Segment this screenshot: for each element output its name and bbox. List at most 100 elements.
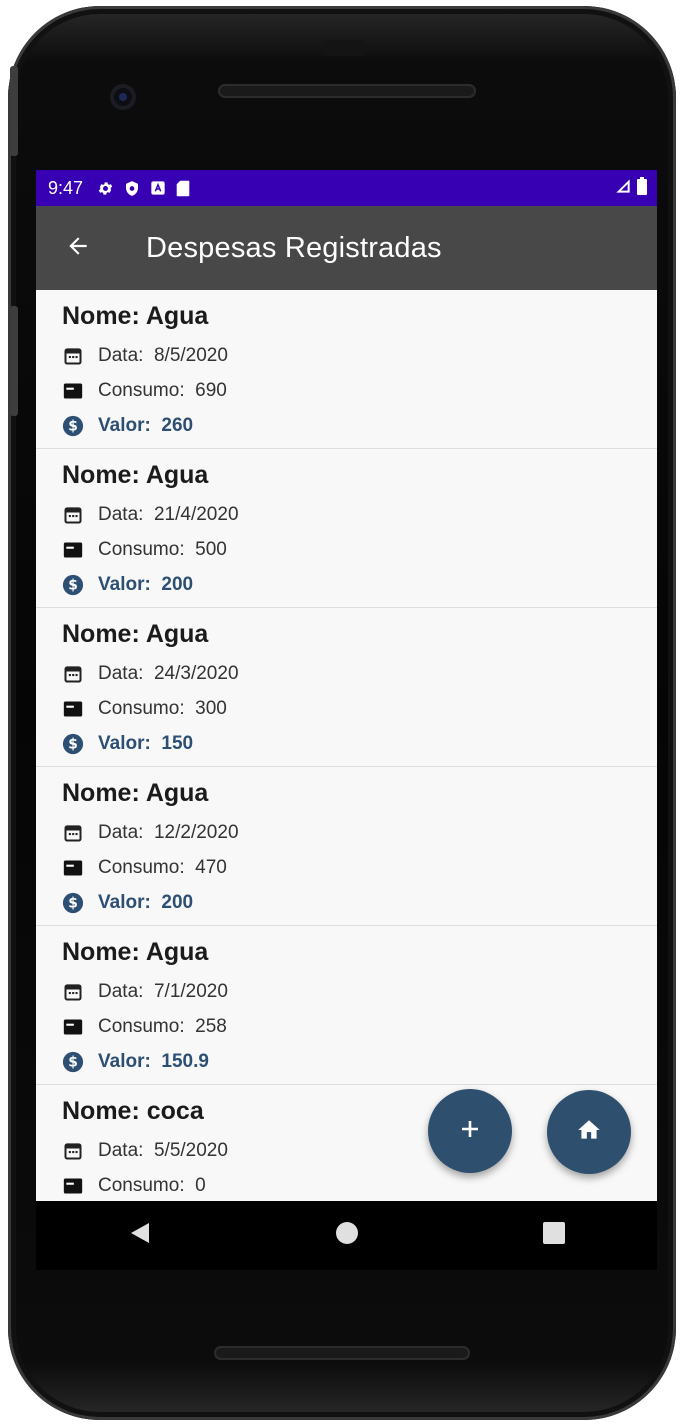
calendar-icon (62, 981, 84, 1003)
date-value: 24/3/2020 (153, 662, 239, 684)
consumo-value: 500 (195, 538, 227, 560)
meter-card-icon (62, 1175, 84, 1197)
consumo-label: Consumo: (98, 538, 185, 560)
date-row: Data: 7/1/2020 (62, 974, 657, 1009)
nav-recents-button[interactable] (524, 1206, 584, 1266)
date-row: Data: 8/5/2020 (62, 338, 657, 373)
sd-card-icon (176, 180, 190, 197)
dollar-icon: $ (62, 733, 84, 755)
consumo-value: 690 (195, 379, 227, 401)
calendar-icon (62, 504, 84, 526)
signal-icon (615, 178, 631, 199)
battery-icon (637, 176, 647, 200)
list-item[interactable]: Nome: Agua Data: 12/2/2020 Consumo: 470 … (36, 767, 657, 926)
date-value: 21/4/2020 (153, 503, 239, 525)
front-camera (110, 84, 136, 110)
date-label: Data: (98, 821, 144, 843)
name-label: Nome: (62, 620, 140, 648)
font-a-icon (150, 180, 166, 196)
name-value: Agua (145, 620, 209, 648)
name-value: Agua (145, 461, 209, 489)
consumo-row: Consumo: 300 (62, 691, 657, 726)
meter-card-icon (62, 539, 84, 561)
name-value: Agua (145, 302, 209, 330)
svg-text:$: $ (68, 1054, 78, 1070)
meter-card-icon (62, 380, 84, 402)
recents-square-icon (542, 1221, 566, 1250)
svg-text:$: $ (68, 736, 78, 752)
list-item[interactable]: Nome: Agua Data: 8/5/2020 Consumo: 690 $… (36, 290, 657, 449)
name-value: Agua (145, 938, 209, 966)
system-nav-bar (36, 1201, 657, 1270)
consumo-row: Consumo: 470 (62, 850, 657, 885)
valor-value: 200 (161, 891, 194, 913)
consumo-row: Consumo: 690 (62, 373, 657, 408)
valor-row: $ Valor: 200 (62, 567, 657, 602)
earpiece-speaker (218, 84, 476, 98)
add-button[interactable] (428, 1089, 512, 1173)
consumo-label: Consumo: (98, 1174, 185, 1196)
dollar-icon: $ (62, 415, 84, 437)
item-name: Nome: Agua (62, 302, 657, 332)
valor-value: 150 (161, 732, 194, 754)
meter-card-icon (62, 698, 84, 720)
back-button[interactable] (50, 220, 106, 276)
calendar-icon (62, 822, 84, 844)
settings-icon (97, 180, 114, 197)
item-name: Nome: Agua (62, 938, 657, 968)
valor-value: 200 (161, 573, 194, 595)
name-value: Agua (145, 779, 209, 807)
nav-home-button[interactable] (317, 1206, 377, 1266)
date-row: Data: 21/4/2020 (62, 497, 657, 532)
calendar-icon (62, 663, 84, 685)
svg-text:$: $ (68, 577, 78, 593)
calendar-icon (62, 345, 84, 367)
date-label: Data: (98, 344, 144, 366)
valor-label: Valor: (98, 891, 151, 913)
list-item[interactable]: Nome: Agua Data: 24/3/2020 Consumo: 300 … (36, 608, 657, 767)
valor-row: $ Valor: 150.9 (62, 1044, 657, 1079)
status-time: 9:47 (48, 177, 84, 198)
valor-row: $ Valor: 150 (62, 726, 657, 761)
date-label: Data: (98, 1139, 144, 1161)
consumo-row: Consumo: 258 (62, 1009, 657, 1044)
list-item[interactable]: Nome: Agua Data: 7/1/2020 Consumo: 258 $… (36, 926, 657, 1085)
item-name: Nome: Agua (62, 779, 657, 809)
consumo-label: Consumo: (98, 379, 185, 401)
date-label: Data: (98, 980, 144, 1002)
nav-back-button[interactable] (110, 1206, 170, 1266)
valor-label: Valor: (98, 732, 151, 754)
status-right (615, 170, 647, 206)
home-icon (576, 1117, 602, 1148)
expense-list[interactable]: Nome: Agua Data: 8/5/2020 Consumo: 690 $… (36, 290, 657, 1201)
consumo-row: Consumo: 0 (62, 1168, 657, 1201)
item-name: Nome: Agua (62, 461, 657, 491)
date-value: 7/1/2020 (153, 980, 228, 1002)
page-title: Despesas Registradas (146, 231, 442, 264)
bottom-speaker (214, 1346, 470, 1360)
app-bar: Despesas Registradas (36, 206, 657, 290)
back-triangle-icon (129, 1221, 151, 1250)
consumo-label: Consumo: (98, 856, 185, 878)
dollar-icon: $ (62, 1051, 84, 1073)
name-value: coca (146, 1097, 204, 1125)
consumo-label: Consumo: (98, 1015, 185, 1037)
consumo-value: 0 (195, 1174, 206, 1196)
screen: 9:47 Despesas Registradas Nome: Agua Dat… (36, 170, 657, 1270)
top-sensor (322, 40, 368, 56)
volume-button (10, 306, 18, 416)
valor-row: $ Valor: 260 (62, 408, 657, 443)
list-item[interactable]: Nome: Agua Data: 21/4/2020 Consumo: 500 … (36, 449, 657, 608)
home-button[interactable] (547, 1090, 631, 1174)
calendar-icon (62, 1140, 84, 1162)
arrow-back-icon (65, 233, 91, 264)
valor-label: Valor: (98, 573, 151, 595)
consumo-value: 300 (195, 697, 227, 719)
valor-row: $ Valor: 200 (62, 885, 657, 920)
status-bar: 9:47 (36, 170, 657, 206)
power-button (10, 66, 18, 156)
svg-text:$: $ (68, 418, 78, 434)
valor-value: 150.9 (161, 1050, 209, 1072)
valor-label: Valor: (98, 1050, 151, 1072)
valor-label: Valor: (98, 414, 151, 436)
